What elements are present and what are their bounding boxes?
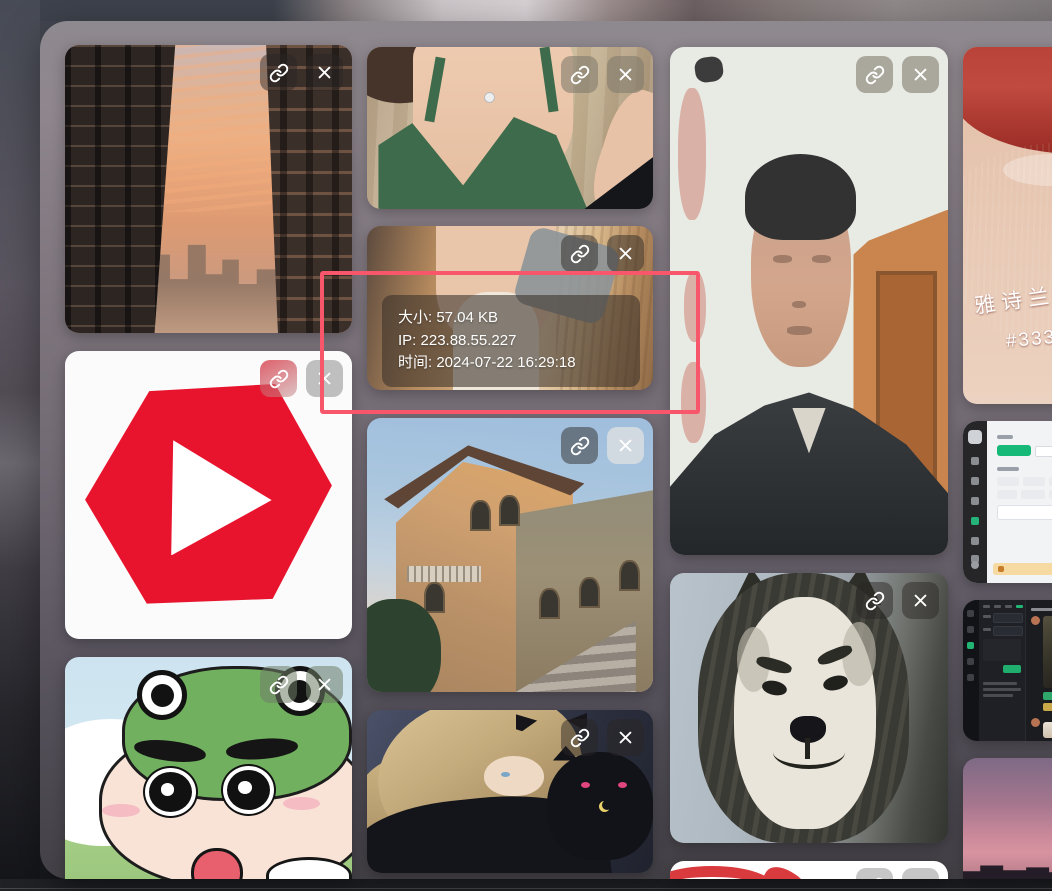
pink-sunset-image: [963, 758, 1052, 879]
delete-button[interactable]: [902, 868, 939, 879]
delete-button[interactable]: [607, 427, 644, 464]
card-actions: [260, 666, 343, 703]
link-icon: [570, 65, 590, 85]
card-actions: [561, 235, 644, 272]
copy-link-button[interactable]: [561, 56, 598, 93]
delete-button[interactable]: [306, 54, 343, 91]
delete-button[interactable]: [306, 360, 343, 397]
image-card-anime-girl-cat[interactable]: [367, 710, 653, 873]
copy-link-button[interactable]: [856, 56, 893, 93]
link-icon: [865, 877, 885, 880]
copy-link-button[interactable]: [856, 582, 893, 619]
card-actions: [856, 868, 939, 879]
delete-button[interactable]: [902, 582, 939, 619]
image-metadata-tooltip: 大小: 57.04 KB IP: 223.88.55.227 时间: 2024-…: [382, 295, 640, 387]
image-card-hexagon-logo[interactable]: [65, 351, 352, 639]
close-icon: [316, 64, 333, 81]
dark-app-screenshot-image: [963, 600, 1052, 741]
copy-link-button[interactable]: [260, 360, 297, 397]
backdrop-bottom-strip: [0, 879, 1052, 891]
image-card-dark-app-screenshot[interactable]: [963, 600, 1052, 741]
light-app-screenshot-image: [963, 421, 1052, 583]
copy-link-button[interactable]: [561, 235, 598, 272]
backdrop-left-strip: [0, 0, 40, 891]
tooltip-ip: IP: 223.88.55.227: [398, 330, 624, 353]
delete-button[interactable]: [902, 56, 939, 93]
link-icon: [269, 369, 289, 389]
close-icon: [912, 878, 929, 879]
tooltip-time: 时间: 2024-07-22 16:29:18: [398, 352, 624, 375]
link-icon: [865, 591, 885, 611]
close-icon: [912, 592, 929, 609]
link-icon: [570, 728, 590, 748]
image-card-red-logo-partial[interactable]: [670, 861, 948, 879]
image-card-light-app-screenshot[interactable]: [963, 421, 1052, 583]
copy-link-button[interactable]: [260, 666, 297, 703]
image-card-villa-house[interactable]: [367, 418, 653, 692]
link-icon: [570, 244, 590, 264]
card-actions: [260, 360, 343, 397]
image-card-shinchan[interactable]: [65, 657, 352, 879]
card-actions: [561, 719, 644, 756]
copy-link-button[interactable]: [856, 868, 893, 879]
copy-link-button[interactable]: [561, 427, 598, 464]
link-icon: [269, 675, 289, 695]
image-card-city-sunset[interactable]: [65, 45, 352, 333]
close-icon: [617, 66, 634, 83]
card-actions: [561, 56, 644, 93]
lipstick-shade-text: #333: [1005, 327, 1052, 353]
tooltip-size: 大小: 57.04 KB: [398, 307, 624, 330]
image-card-pink-sunset[interactable]: [963, 758, 1052, 879]
close-icon: [617, 729, 634, 746]
card-actions: [561, 427, 644, 464]
image-card-vintage-man[interactable]: [670, 47, 948, 555]
image-card-green-top[interactable]: [367, 47, 653, 209]
close-icon: [617, 437, 634, 454]
image-card-lipstick[interactable]: 雅诗兰黛 #333: [963, 47, 1052, 404]
card-actions: [856, 582, 939, 619]
delete-button[interactable]: [607, 719, 644, 756]
link-icon: [865, 65, 885, 85]
close-icon: [912, 66, 929, 83]
image-card-husky[interactable]: [670, 573, 948, 843]
close-icon: [316, 370, 333, 387]
delete-button[interactable]: [306, 666, 343, 703]
link-icon: [570, 436, 590, 456]
close-icon: [316, 676, 333, 693]
copy-link-button[interactable]: [260, 54, 297, 91]
card-actions: [260, 54, 343, 91]
link-icon: [269, 63, 289, 83]
card-actions: [856, 56, 939, 93]
delete-button[interactable]: [607, 235, 644, 272]
delete-button[interactable]: [607, 56, 644, 93]
vintage-man-image: [670, 47, 948, 555]
copy-link-button[interactable]: [561, 719, 598, 756]
close-icon: [617, 245, 634, 262]
backdrop-top-strip: [0, 0, 1052, 21]
red-lips-image: 雅诗兰黛 #333: [963, 47, 1052, 404]
backdrop-bottom-line: [0, 888, 1052, 889]
